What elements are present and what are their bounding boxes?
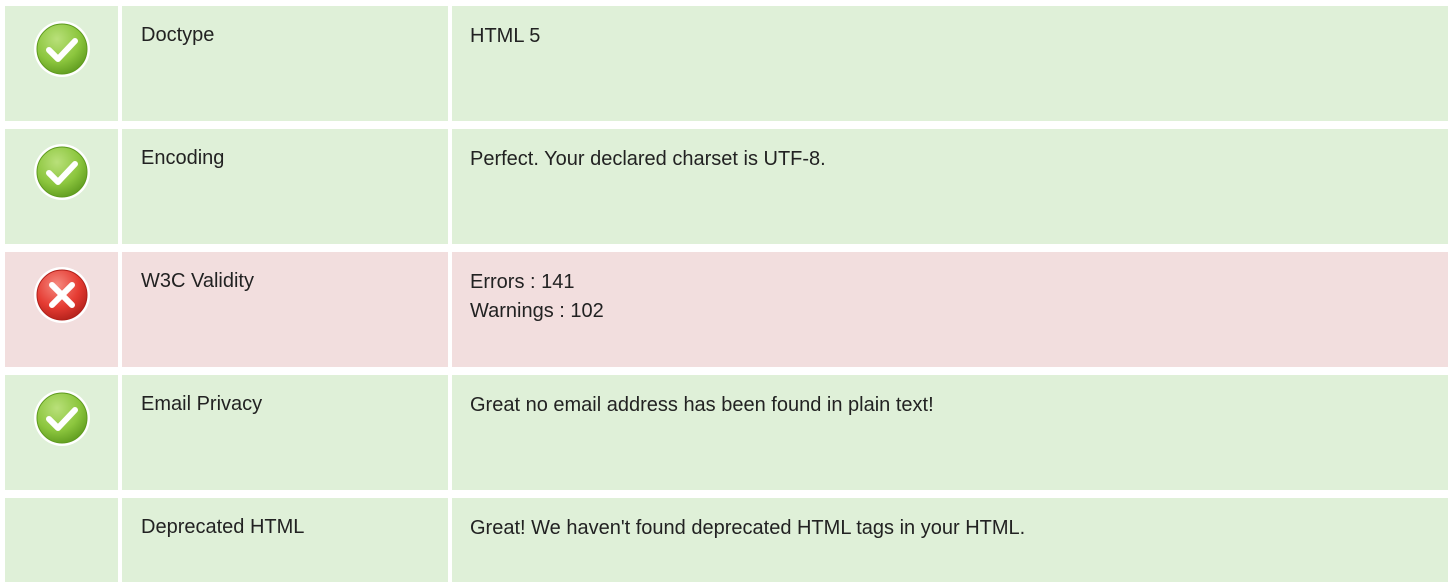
status-cell — [5, 6, 118, 121]
result-line-errors: Errors : 141 — [470, 271, 575, 293]
check-label: Encoding — [122, 129, 448, 244]
check-label: Email Privacy — [122, 375, 448, 490]
check-result: Errors : 141 Warnings : 102 — [452, 252, 1448, 367]
check-circle-icon — [32, 388, 92, 448]
status-cell — [5, 498, 118, 582]
check-result: HTML 5 — [452, 6, 1448, 121]
check-row-email-privacy: Email Privacy Great no email address has… — [5, 375, 1448, 490]
check-circle-icon — [32, 142, 92, 202]
result-line-warnings: Warnings : 102 — [470, 300, 604, 322]
status-cell — [5, 375, 118, 490]
result-line: Great no email address has been found in… — [470, 394, 934, 416]
check-row-deprecated-html: Deprecated HTML Great! We haven't found … — [5, 498, 1448, 582]
check-label: Deprecated HTML — [122, 498, 448, 582]
result-line: Perfect. Your declared charset is UTF-8. — [470, 148, 826, 170]
status-cell — [5, 252, 118, 367]
check-result: Great no email address has been found in… — [452, 375, 1448, 490]
check-row-encoding: Encoding Perfect. Your declared charset … — [5, 129, 1448, 244]
check-result: Great! We haven't found deprecated HTML … — [452, 498, 1448, 582]
check-row-doctype: Doctype HTML 5 — [5, 6, 1448, 121]
result-line: Great! We haven't found deprecated HTML … — [470, 517, 1026, 539]
check-result: Perfect. Your declared charset is UTF-8. — [452, 129, 1448, 244]
seo-check-table: Doctype HTML 5 Encoding Perfect. Your de… — [5, 6, 1448, 582]
check-label: Doctype — [122, 6, 448, 121]
check-label: W3C Validity — [122, 252, 448, 367]
check-circle-icon — [32, 19, 92, 79]
x-circle-icon — [32, 265, 92, 325]
check-row-w3c-validity: W3C Validity Errors : 141 Warnings : 102 — [5, 252, 1448, 367]
result-line: HTML 5 — [470, 25, 541, 47]
status-cell — [5, 129, 118, 244]
